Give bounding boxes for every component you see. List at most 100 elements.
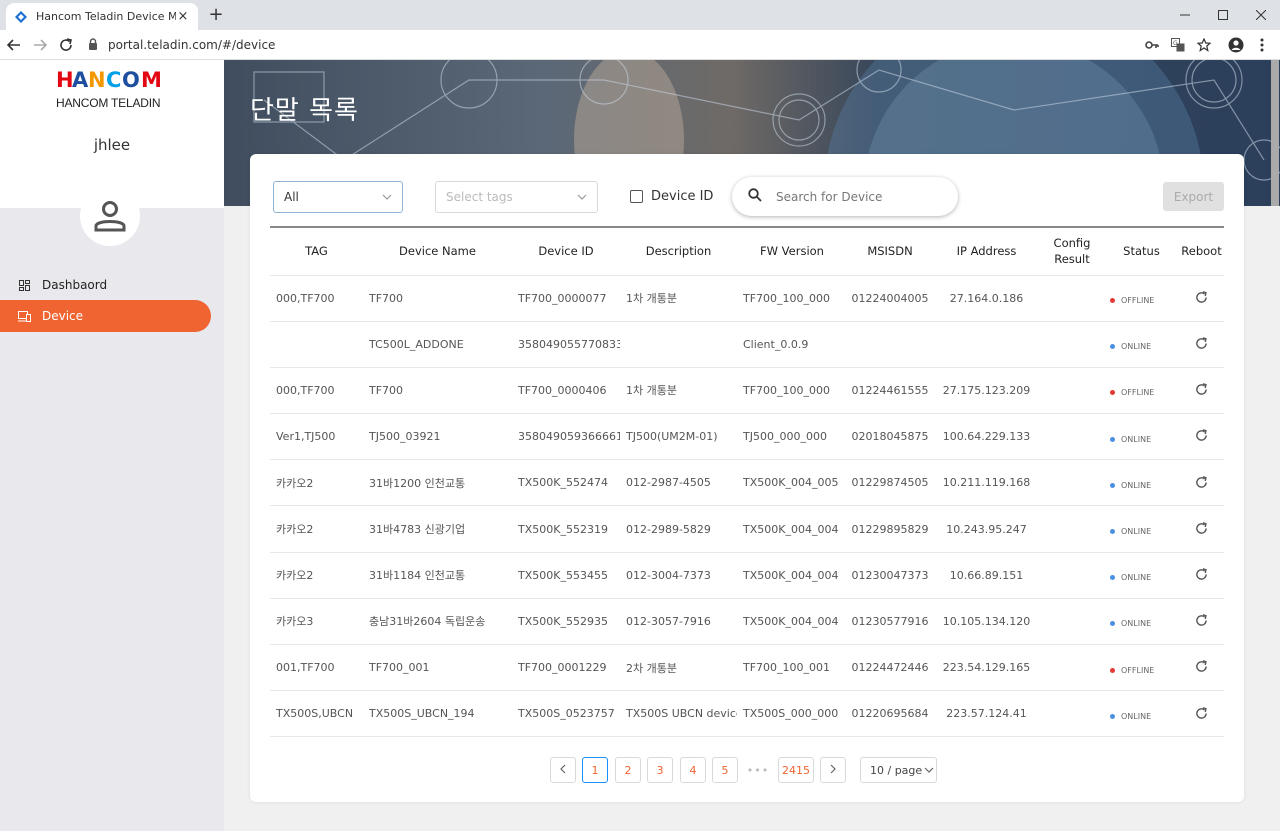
- translate-icon[interactable]: G: [1168, 35, 1188, 55]
- table-row[interactable]: 000,TF700 TF700 TF700_0000406 1차 개통분 TF700_1…: [270, 367, 1224, 413]
- device-id-checkbox[interactable]: [630, 190, 643, 203]
- cell-description: 012-2989-5829: [626, 522, 711, 536]
- browser-menu-icon[interactable]: [1252, 35, 1272, 55]
- pagination-ellipsis[interactable]: •••: [745, 757, 771, 783]
- reboot-icon[interactable]: [1194, 520, 1210, 536]
- column-header-config-result[interactable]: Config Result: [1040, 227, 1104, 275]
- cell-status: ONLINE: [1104, 414, 1179, 460]
- cell-description: 1차 개통분: [626, 384, 677, 398]
- page-size-select[interactable]: 10 / page: [860, 757, 937, 783]
- column-header-fw-version[interactable]: FW Version: [737, 227, 847, 275]
- cell-msisdn: 01224004005: [851, 291, 929, 305]
- column-header-reboot: Reboot: [1181, 244, 1222, 259]
- cell-msisdn: 01224472446: [851, 661, 929, 675]
- close-window-icon[interactable]: [1242, 0, 1280, 30]
- cell-device-id: TX500S_0523757: [518, 707, 615, 721]
- table-row[interactable]: TC500L_ADDONE 358049055770833 Client_0.0.9…: [270, 321, 1224, 367]
- cell-tag: 카카오2: [276, 523, 314, 537]
- page-scrollbar-thumb[interactable]: [1271, 60, 1279, 206]
- cell-status: ONLINE: [1104, 460, 1179, 506]
- url-field[interactable]: portal.teladin.com/#/device: [88, 34, 1138, 56]
- page-button-2[interactable]: 2: [615, 757, 641, 783]
- page-button-1[interactable]: 1: [582, 757, 608, 783]
- reboot-icon[interactable]: [1194, 659, 1210, 675]
- column-header-tag[interactable]: TAG: [270, 227, 363, 275]
- cell-device-name: TF700: [369, 291, 404, 305]
- reboot-icon[interactable]: [1194, 289, 1210, 305]
- new-tab-button[interactable]: +: [206, 5, 226, 25]
- device-table: TAG Device Name Device ID Description FW…: [270, 226, 1224, 737]
- prev-page-button[interactable]: [550, 757, 576, 783]
- cell-config-result: [1040, 552, 1104, 598]
- cell-config-result: [1040, 691, 1104, 737]
- maximize-window-icon[interactable]: [1204, 0, 1242, 30]
- url-text: portal.teladin.com/#/device: [108, 38, 276, 52]
- page-button-5[interactable]: 5: [712, 757, 738, 783]
- column-header-status[interactable]: Status: [1104, 227, 1179, 275]
- cell-device-name: TF700: [369, 383, 404, 397]
- page-button-4[interactable]: 4: [680, 757, 706, 783]
- table-row[interactable]: TX500S,UBCN TX500S_UBCN_194 TX500S_0523757…: [270, 690, 1224, 737]
- next-page-button[interactable]: [820, 757, 846, 783]
- hancom-logo[interactable]: H A N C O M HANCOM TELADIN: [56, 68, 172, 110]
- column-header-device-name[interactable]: Device Name: [363, 227, 512, 275]
- status-text: ONLINE: [1121, 434, 1152, 444]
- table-row[interactable]: 카카오2 31바1200 인천교통 TX500K_552474 012-2987-45…: [270, 459, 1224, 506]
- cell-device-id: 358049055770833: [518, 337, 620, 351]
- reboot-icon[interactable]: [1194, 474, 1210, 490]
- sidebar-item-dashboard[interactable]: Dashbaord: [0, 269, 211, 301]
- forward-arrow-icon[interactable]: [30, 35, 50, 55]
- bookmark-star-icon[interactable]: [1194, 35, 1214, 55]
- table-row[interactable]: 카카오2 31바4783 신광기업 TX500K_552319 012-2989-58…: [270, 505, 1224, 552]
- cell-status: OFFLINE: [1104, 275, 1179, 321]
- table-row[interactable]: 001,TF700 TF700_001 TF700_0001229 2차 개통분 TF7…: [270, 644, 1224, 691]
- reboot-icon[interactable]: [1194, 705, 1210, 721]
- cell-config-result: [1040, 414, 1104, 460]
- page-button-3[interactable]: 3: [647, 757, 673, 783]
- profile-icon[interactable]: [1226, 35, 1246, 55]
- status-dot-icon: [1110, 482, 1115, 488]
- column-header-msisdn[interactable]: MSISDN: [847, 227, 933, 275]
- reboot-icon[interactable]: [1194, 428, 1210, 444]
- svg-text:G: G: [1173, 40, 1178, 47]
- tab-title: Hancom Teladin Device Monito: [36, 10, 176, 23]
- browser-tab[interactable]: Hancom Teladin Device Monito ×: [6, 3, 198, 30]
- tags-select[interactable]: Select tags: [435, 181, 598, 213]
- table-row[interactable]: Ver1,TJ500 TJ500_03921 358049059366661 TJ50…: [270, 413, 1224, 460]
- table-row[interactable]: 000,TF700 TF700 TF700_0000077 1차 개통분 TF700_1…: [270, 275, 1224, 321]
- table-row[interactable]: 카카오3 충남31바2604 독립운송 TX500K_552935 012-3057-…: [270, 598, 1224, 644]
- reboot-icon[interactable]: [1194, 382, 1210, 398]
- page-size-value: 10 / page: [870, 763, 923, 777]
- table-row[interactable]: 카카오2 31바1184 인천교통 TX500K_553455 012-3004-73…: [270, 552, 1224, 598]
- user-avatar[interactable]: [80, 186, 140, 246]
- group-select[interactable]: All: [273, 181, 403, 213]
- reboot-icon[interactable]: [1194, 566, 1210, 582]
- key-icon[interactable]: [1142, 35, 1162, 55]
- column-header-ip-address[interactable]: IP Address: [933, 227, 1040, 275]
- search-input[interactable]: [776, 189, 936, 204]
- device-id-checkbox-wrapper[interactable]: Device ID: [630, 189, 713, 204]
- table-header-row: TAG Device Name Device ID Description FW…: [270, 227, 1224, 275]
- cell-fw-version: TF700_100_001: [743, 661, 831, 675]
- reboot-icon[interactable]: [1194, 613, 1210, 629]
- minimize-window-icon[interactable]: [1166, 0, 1204, 30]
- cell-tag: 카카오2: [276, 476, 314, 490]
- status-dot-icon: [1110, 298, 1115, 304]
- svg-text:A: A: [72, 68, 89, 90]
- status-text: ONLINE: [1121, 342, 1152, 352]
- reload-icon[interactable]: [56, 35, 76, 55]
- column-header-device-id[interactable]: Device ID: [512, 227, 620, 275]
- column-header-description[interactable]: Description: [620, 227, 737, 275]
- sidebar-item-device[interactable]: Device: [0, 300, 211, 332]
- user-avatar-icon: [92, 198, 128, 237]
- tab-close-icon[interactable]: ×: [176, 9, 190, 24]
- page-button-last[interactable]: 2415: [778, 757, 814, 783]
- status-dot-icon: [1110, 390, 1115, 396]
- status-dot-icon: [1110, 713, 1115, 719]
- back-arrow-icon[interactable]: [4, 35, 24, 55]
- cell-description: 012-3057-7916: [626, 614, 711, 628]
- export-button[interactable]: Export: [1163, 182, 1224, 211]
- page-scrollbar[interactable]: [1270, 206, 1280, 831]
- reboot-icon[interactable]: [1194, 336, 1210, 352]
- status-badge: ONLINE: [1110, 342, 1151, 351]
